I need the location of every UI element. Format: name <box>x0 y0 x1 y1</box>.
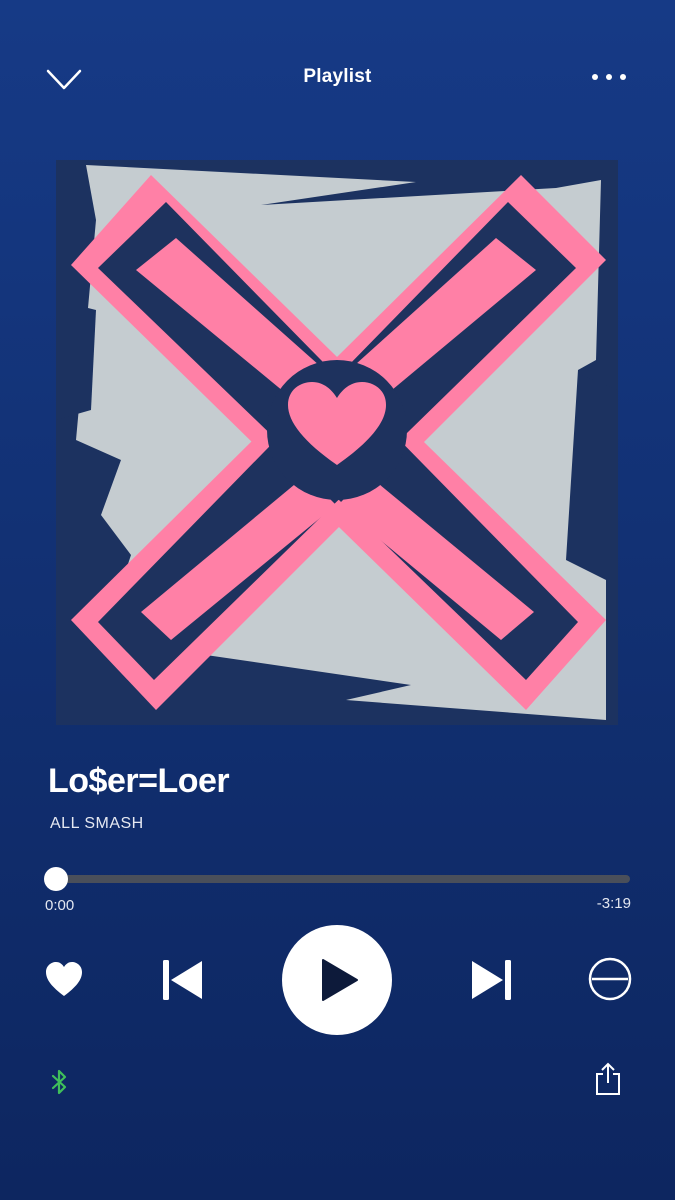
progress-thumb[interactable] <box>44 867 68 891</box>
share-button[interactable] <box>594 1062 622 1096</box>
page-title: Playlist <box>303 66 372 87</box>
play-icon <box>322 959 358 1001</box>
time-elapsed: 0:00 <box>45 897 75 914</box>
progress-slider[interactable] <box>44 866 632 892</box>
more-options-button[interactable] <box>588 62 630 92</box>
bluetooth-icon <box>51 1069 67 1095</box>
player-header: Playlist <box>0 0 675 160</box>
heart-icon <box>46 962 82 996</box>
artist-name[interactable]: ALL SMASH <box>50 815 144 833</box>
track-title: Lo$er=Lo⁣er <box>48 762 230 800</box>
like-button[interactable] <box>44 960 84 1000</box>
next-button[interactable] <box>470 958 514 1002</box>
skip-next-icon <box>472 960 511 1000</box>
block-button[interactable] <box>587 956 633 1002</box>
progress-track <box>56 875 630 883</box>
more-dots-icon <box>592 74 626 80</box>
share-icon <box>596 1062 620 1095</box>
devices-button[interactable] <box>50 1068 70 1096</box>
skip-previous-icon <box>163 960 202 1000</box>
play-button[interactable] <box>282 925 392 1035</box>
block-icon <box>588 957 632 1001</box>
time-remaining: -3:19 <box>596 895 631 912</box>
album-artwork <box>56 160 618 725</box>
previous-button[interactable] <box>160 958 204 1002</box>
